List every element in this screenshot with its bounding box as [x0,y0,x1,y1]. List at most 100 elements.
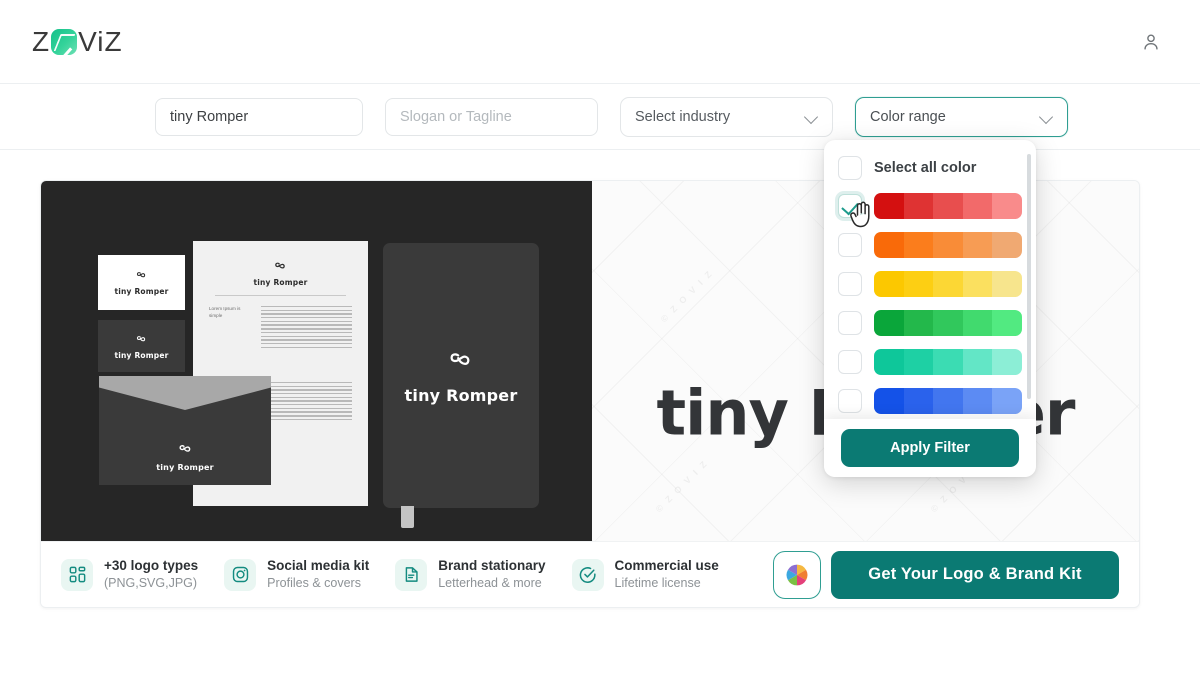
swatch-step-3 [962,271,993,297]
dropdown-scrollbar[interactable] [1027,154,1031,399]
color-checkbox-red[interactable] [838,194,862,218]
swatch-step-1 [903,193,934,219]
mockup-brand-name: tiny Romper [156,463,214,472]
swatch-step-0 [874,232,904,258]
swatch-step-0 [874,193,904,219]
color-checkbox-orange[interactable] [838,233,862,257]
color-wheel-icon [786,564,808,585]
letterhead-text-lines [261,306,352,348]
swatch-step-3 [962,349,993,375]
feature-title: Brand stationary [438,557,546,573]
brand-name-input[interactable]: tiny Romper [155,97,363,136]
select-all-color-checkbox[interactable] [838,156,862,180]
color-option-yellow[interactable] [838,271,1022,297]
brand-glyph-icon [136,335,146,341]
zoviz-logo[interactable]: Z ViZ [32,25,123,57]
color-checkbox-blue[interactable] [838,389,862,413]
swatch-step-1 [903,310,934,336]
slogan-input[interactable]: Slogan or Tagline [385,97,598,136]
instagram-camera-icon [224,558,257,591]
chevron-down-icon [1041,111,1053,123]
color-option-blue[interactable] [838,388,1022,414]
color-options-list: Select all color [824,140,1036,419]
feature-subtitle: Profiles & covers [267,575,361,590]
zoviz-logo-maker-page: Z ViZ tiny Romper Slogan or Tagline Selec… [0,0,1200,675]
divider [215,295,346,296]
color-swatch-red[interactable] [874,193,1022,219]
swatch-step-1 [903,388,934,414]
swatch-step-0 [874,349,904,375]
chevron-down-icon [806,111,818,123]
zoviz-logo-mark [51,28,78,55]
color-swatch-blue[interactable] [874,388,1022,414]
swatch-step-1 [903,271,934,297]
swatch-step-1 [903,349,934,375]
color-range-dropdown-panel[interactable]: Select all color Apply Filter [824,140,1036,477]
feature-subtitle: (PNG,SVG,JPG) [104,575,198,590]
swatch-step-2 [933,310,963,336]
color-swatch-yellow[interactable] [874,271,1022,297]
letterhead-caption: Lorem Ipsum is simple [209,306,241,318]
mockup-envelope: tiny Romper [99,376,271,485]
brand-glyph-icon [178,445,190,452]
industry-select-label: Select industry [635,108,731,125]
swatch-step-4 [992,310,1022,336]
brand-text-left: Z [32,25,51,57]
brand-text-right: ViZ [78,25,123,57]
mockup-notebook: tiny Romper [383,243,539,528]
select-all-color-row[interactable]: Select all color [838,156,1022,180]
color-range-select-label: Color range [870,108,946,125]
swatch-step-3 [962,193,993,219]
swatch-step-3 [962,232,993,258]
color-checkbox-teal[interactable] [838,350,862,374]
swatch-step-3 [962,310,993,336]
color-range-select[interactable]: Color range [855,96,1068,137]
feature-subtitle: Lifetime license [614,575,701,590]
swatch-step-4 [992,193,1022,219]
brand-glyph-icon [450,353,470,365]
feature-title: Commercial use [614,557,719,573]
brand-glyph-icon [136,272,146,278]
color-option-red[interactable] [838,193,1022,219]
apply-filter-button[interactable]: Apply Filter [841,429,1019,467]
envelope-flap [99,376,271,410]
swatch-step-2 [933,388,963,414]
dropdown-footer: Apply Filter [824,419,1036,477]
stationery-mockup-image[interactable]: tiny Romper tiny Romper tiny Romper Lore… [41,181,592,541]
color-swatch-orange[interactable] [874,232,1022,258]
swatch-step-2 [933,232,963,258]
swatch-step-4 [992,271,1022,297]
color-swatch-teal[interactable] [874,349,1022,375]
user-account-button[interactable] [1134,25,1168,59]
feature-title: Social media kit [267,557,370,573]
swatch-step-0 [874,388,904,414]
swatch-step-0 [874,271,904,297]
swatch-step-2 [933,349,963,375]
swatch-step-1 [903,232,934,258]
color-option-orange[interactable] [838,232,1022,258]
feature-social-media-kit: Social media kit Profiles & covers [224,558,369,591]
mockup-brand-name: tiny Romper [114,287,169,296]
color-checkbox-green[interactable] [838,311,862,335]
color-wheel-button[interactable] [773,550,821,599]
color-option-green[interactable] [838,310,1022,336]
color-checkbox-yellow[interactable] [838,272,862,296]
mockup-business-card-white: tiny Romper [98,255,185,310]
color-swatch-green[interactable] [874,310,1022,336]
swatch-step-2 [933,193,963,219]
color-option-teal[interactable] [838,349,1022,375]
feature-title: +30 logo types [104,557,199,573]
mockup-brand-name: tiny Romper [114,350,169,360]
swatch-step-4 [992,388,1022,414]
feature-commercial-use: Commercial use Lifetime license [571,557,719,591]
feature-logo-types: +30 logo types (PNG,SVG,JPG) [61,558,198,591]
swatch-step-4 [992,232,1022,258]
app-header: Z ViZ [0,0,1200,84]
features-footer: +30 logo types (PNG,SVG,JPG) Social medi… [41,541,1139,607]
user-account-icon [1144,34,1158,50]
industry-select[interactable]: Select industry [620,96,833,137]
select-all-color-label: Select all color [874,160,977,176]
get-logo-brand-kit-button[interactable]: Get Your Logo & Brand Kit [831,550,1119,599]
mockup-brand-name: tiny Romper [404,386,518,405]
swatch-step-4 [992,349,1022,375]
